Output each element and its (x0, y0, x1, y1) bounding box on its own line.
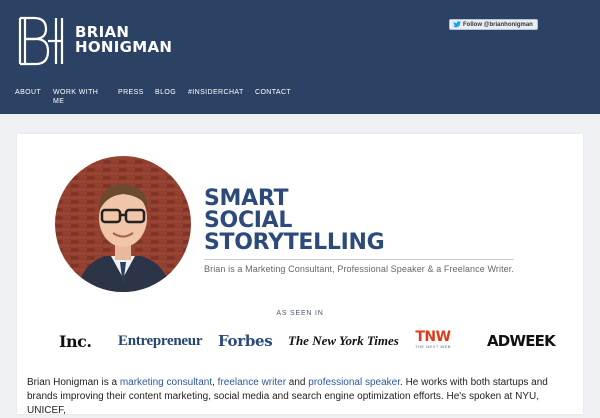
link-marketing-consultant[interactable]: marketing consultant (120, 377, 212, 388)
press-logo-nyt: The New York Times (288, 333, 399, 348)
nav-item-blog[interactable]: BLOG (155, 88, 176, 97)
hero-card: SMART SOCIAL STORYTELLING Brian is a Mar… (17, 134, 583, 416)
twitter-follow-button[interactable]: Follow @brianhonigman (449, 19, 538, 30)
press-logo-tnw: TNW THE NEXT WEB (415, 329, 451, 349)
bh-logo-icon[interactable] (16, 15, 66, 67)
nav-item-press[interactable]: PRESS (118, 88, 144, 97)
press-logo-entrepreneur: Entrepreneur (118, 332, 203, 349)
site-logo-text[interactable]: BRIAN HONIGMAN (75, 25, 172, 55)
twitter-bird-icon (453, 21, 461, 28)
link-freelance-writer[interactable]: freelance writer (218, 377, 286, 388)
nav-item-work-with-me[interactable]: WORK WITH ME (53, 88, 105, 106)
press-logo-adweek: ADWEEK (487, 332, 556, 350)
press-logo-inc: Inc. (59, 331, 92, 351)
press-logo-forbes: Forbes (218, 332, 273, 350)
hero-tagline: Brian is a Marketing Consultant, Profess… (204, 264, 514, 274)
nav-item-about[interactable]: ABOUT (15, 88, 41, 97)
headline-divider (204, 259, 514, 260)
link-professional-speaker[interactable]: professional speaker (308, 377, 400, 388)
site-header: BRIAN HONIGMAN Follow @brianhonigman ABO… (0, 0, 600, 114)
nav-item-contact[interactable]: CONTACT (255, 88, 291, 97)
hero-headline: SMART SOCIAL STORYTELLING (204, 186, 385, 255)
as-seen-in-heading: AS SEEN IN (276, 310, 324, 317)
profile-photo (55, 156, 191, 292)
twitter-follow-label: Follow @brianhonigman (463, 21, 533, 28)
bio-paragraph: Brian Honigman is a marketing consultant… (27, 377, 548, 416)
nav-item-insiderchat[interactable]: #INSIDERCHAT (188, 88, 244, 97)
